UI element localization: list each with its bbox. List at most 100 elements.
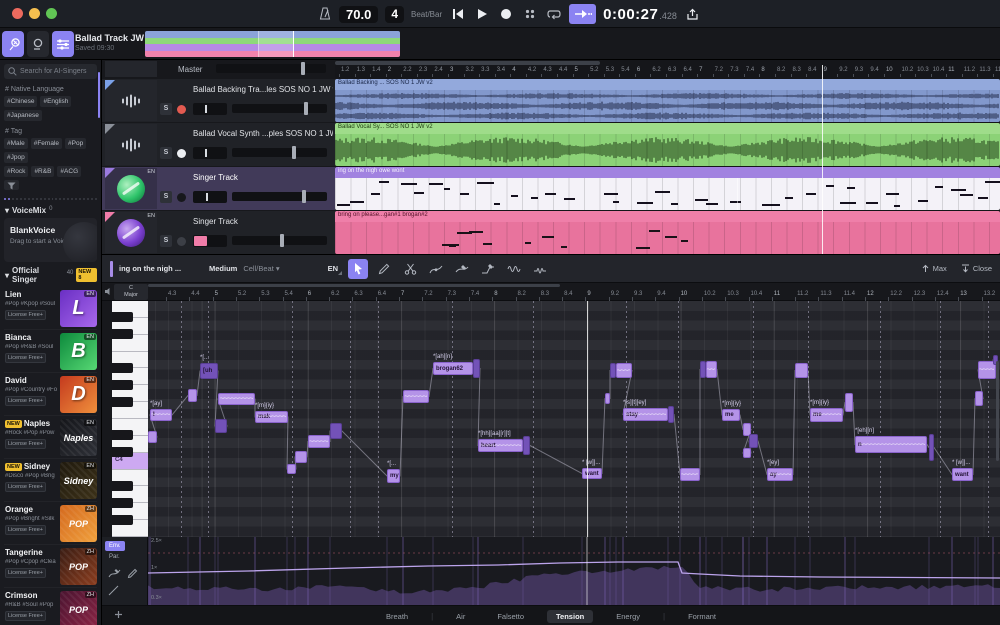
quality-selector[interactable]: Medium	[209, 264, 237, 273]
tag-chip[interactable]: #ACG	[57, 166, 81, 177]
singer-avatar[interactable]: NaplesEN	[60, 419, 97, 456]
param-tab-falsetto[interactable]: Falsetto	[488, 610, 533, 623]
parameter-graph[interactable]: 2.5× 1× 0.3×	[148, 537, 1000, 605]
tempo-value[interactable]: 70.0	[339, 6, 378, 23]
pencil-tool-button[interactable]	[374, 259, 394, 279]
official-singer-section-header[interactable]: ▾ Official Singer 40 NEW 8	[5, 266, 97, 284]
singer-card-naples[interactable]: NEWNaples#Rock #Pop #PowLicense Free+Nap…	[4, 416, 97, 459]
pagination-dot[interactable]	[87, 198, 89, 200]
piano-key-black[interactable]	[112, 430, 133, 440]
envelope-line-icon[interactable]	[108, 585, 119, 596]
language-selector[interactable]: EN	[324, 262, 342, 275]
track-row-2[interactable]: Ballad Vocal Synth ...ples SOS NO 1 JW v…	[102, 123, 335, 166]
pagination-dot[interactable]	[63, 198, 65, 200]
overview-viewport[interactable]	[258, 31, 293, 57]
pagination-dot[interactable]	[91, 198, 93, 200]
piano-roll-note[interactable]	[743, 448, 751, 458]
tag-chip[interactable]: #Pop	[65, 138, 86, 149]
pagination-dot[interactable]	[59, 198, 61, 200]
record-arm-button[interactable]	[177, 149, 186, 158]
piano-roll-note[interactable]	[605, 393, 610, 404]
piano-key-black[interactable]	[112, 380, 133, 390]
solo-button[interactable]: S	[160, 235, 172, 247]
track-row-3[interactable]: ENSinger TrackS	[102, 167, 335, 210]
language-tag-chip[interactable]: #English	[40, 96, 71, 107]
note-canvas[interactable]: I~~~~~~*[ay][uh*[...~~~~~~~~~~mak~~~~~~~…	[148, 301, 1000, 537]
maximize-editor-button[interactable]: Max	[921, 264, 947, 273]
volume-slider[interactable]	[232, 148, 327, 157]
record-button[interactable]	[497, 6, 514, 23]
tag-chip[interactable]: #R&B	[31, 166, 54, 177]
add-parameter-icon[interactable]	[114, 610, 123, 619]
piano-roll-note[interactable]: want* [w]]...	[952, 468, 973, 481]
volume-slider[interactable]	[232, 104, 327, 113]
pan-slider[interactable]	[193, 235, 227, 247]
vibrato-tool-button[interactable]	[530, 259, 550, 279]
track-icon-box[interactable]: EN	[105, 212, 157, 253]
search-input[interactable]: Search for AI-Singers	[4, 64, 97, 79]
pagination-dot[interactable]	[40, 198, 42, 200]
piano-key-black[interactable]	[112, 481, 133, 491]
pagination-dot[interactable]	[44, 198, 46, 200]
pagination-dot[interactable]	[79, 198, 81, 200]
arrangement-playhead[interactable]	[822, 65, 823, 254]
tag-chip[interactable]: #Female	[31, 138, 62, 149]
piano-key-black[interactable]	[112, 312, 133, 322]
param-tab-air[interactable]: Air	[447, 610, 474, 623]
singer-avatar[interactable]: SidneyEN	[60, 462, 97, 499]
piano-roll-note[interactable]: ~~~~~~	[308, 435, 330, 448]
scissors-tool-button[interactable]	[400, 259, 420, 279]
piano-roll-note[interactable]: brogan62*[ah][n]	[433, 362, 473, 375]
singer-card-bianca[interactable]: Bianca#Pop #R&B #SoulLicense Free+BEN	[4, 330, 97, 373]
volume-handle[interactable]	[292, 146, 296, 159]
param-tab-formant[interactable]: Formant	[679, 610, 725, 623]
time-signature-value[interactable]: 4	[385, 6, 404, 23]
mixer-panel-button[interactable]	[52, 31, 74, 57]
piano-roll-note[interactable]: my*[...	[387, 469, 400, 483]
track-row-1[interactable]: Ballad Backing Tra...les SOS NO 1 JW v2S	[102, 79, 335, 122]
voice-panel-button[interactable]	[27, 31, 49, 57]
key-signature-chip[interactable]: CMajor	[114, 284, 148, 300]
singer-card-tangerine[interactable]: Tangerine#Pop #Cpop #CleaLicense Free+PO…	[4, 545, 97, 588]
arrangement-h-scrollbar[interactable]	[335, 61, 600, 65]
pagination-dot[interactable]	[28, 198, 30, 200]
track-name[interactable]: Singer Track	[193, 173, 333, 182]
piano-roll-note[interactable]	[330, 423, 342, 439]
pagination-dot[interactable]	[24, 198, 26, 200]
piano-roll-note[interactable]	[749, 434, 758, 448]
piano-key-black[interactable]	[112, 329, 133, 339]
singer-avatar[interactable]: POPZH	[60, 505, 97, 542]
pagination-dot[interactable]	[8, 198, 10, 200]
editor-playhead[interactable]	[587, 301, 588, 537]
singer-card-lien[interactable]: Lien#Pop #Kpop #SoulLicense Free+LEN	[4, 287, 97, 330]
piano-roll-note[interactable]: heart~~~~~~~~~~~~*[hh][aa][r][t]	[478, 439, 523, 452]
master-volume-slider[interactable]	[216, 64, 326, 73]
piano-key-black[interactable]	[112, 397, 133, 407]
piano-roll-note[interactable]	[148, 431, 157, 443]
piano-roll-note[interactable]: ay~~~~~~~*[ey]	[767, 468, 793, 481]
track-row-4[interactable]: ENSinger TrackS	[102, 211, 335, 254]
clip-1[interactable]: Ballad Backing ... SOS NO 1 JW v2	[335, 79, 1000, 122]
export-icon[interactable]	[684, 6, 701, 23]
piano-roll-note[interactable]: ~~~~~~~~~~	[218, 393, 255, 405]
volume-slider[interactable]	[232, 192, 327, 201]
solo-button[interactable]: S	[160, 147, 172, 159]
pagination-dot[interactable]	[48, 198, 50, 200]
filter-icon[interactable]	[4, 180, 19, 190]
piano-roll-note[interactable]: I~~~~~~*[ay]	[150, 409, 172, 421]
master-volume-handle[interactable]	[301, 62, 305, 75]
piano-roll-note[interactable]	[668, 406, 674, 423]
singer-card-sidney[interactable]: NEWSidney#Disco #Pop #BrigLicense Free+S…	[4, 459, 97, 502]
piano-roll-note[interactable]	[845, 393, 853, 412]
piano-roll-note[interactable]	[188, 389, 197, 402]
pagination-dot[interactable]	[12, 198, 14, 200]
minimize-window-button[interactable]	[29, 8, 40, 19]
record-arm-button[interactable]	[177, 237, 186, 246]
pagination-dot[interactable]	[95, 198, 97, 200]
pan-slider[interactable]	[193, 147, 227, 159]
volume-slider[interactable]	[232, 236, 327, 245]
singer-avatar[interactable]: LEN	[60, 290, 97, 327]
volume-handle[interactable]	[304, 102, 308, 115]
piano-roll-note[interactable]: ~~~~~	[680, 468, 700, 481]
envelope-anchor-pen-icon[interactable]	[127, 568, 138, 579]
